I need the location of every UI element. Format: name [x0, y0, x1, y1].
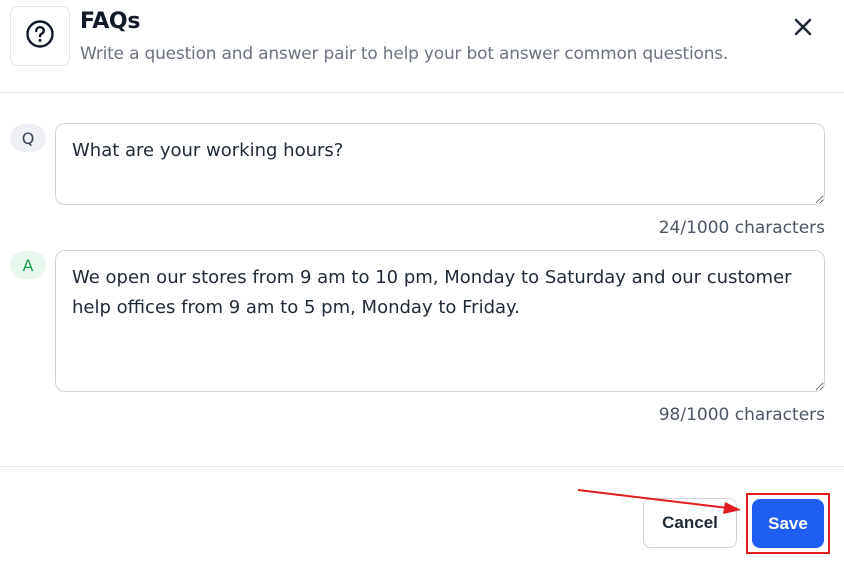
dialog-title: FAQs [80, 9, 141, 34]
save-button[interactable]: Save [752, 499, 824, 548]
question-char-counter: 24/1000 characters [658, 218, 825, 238]
dialog-header: FAQs Write a question and answer pair to… [0, 0, 844, 93]
faq-dialog: FAQs Write a question and answer pair to… [0, 0, 844, 564]
faq-icon-box [10, 6, 70, 66]
footer-divider [0, 466, 844, 467]
question-input[interactable]: What are your working hours? [55, 123, 825, 205]
close-button[interactable] [786, 12, 820, 46]
answer-char-counter: 98/1000 characters [658, 405, 825, 425]
cancel-button[interactable]: Cancel [643, 498, 737, 548]
close-icon [794, 18, 812, 41]
question-circle-icon [25, 19, 55, 54]
dialog-subtitle: Write a question and answer pair to help… [80, 44, 729, 64]
answer-input[interactable]: We open our stores from 9 am to 10 pm, M… [55, 250, 825, 392]
answer-badge: A [10, 251, 46, 279]
question-badge: Q [10, 124, 46, 152]
